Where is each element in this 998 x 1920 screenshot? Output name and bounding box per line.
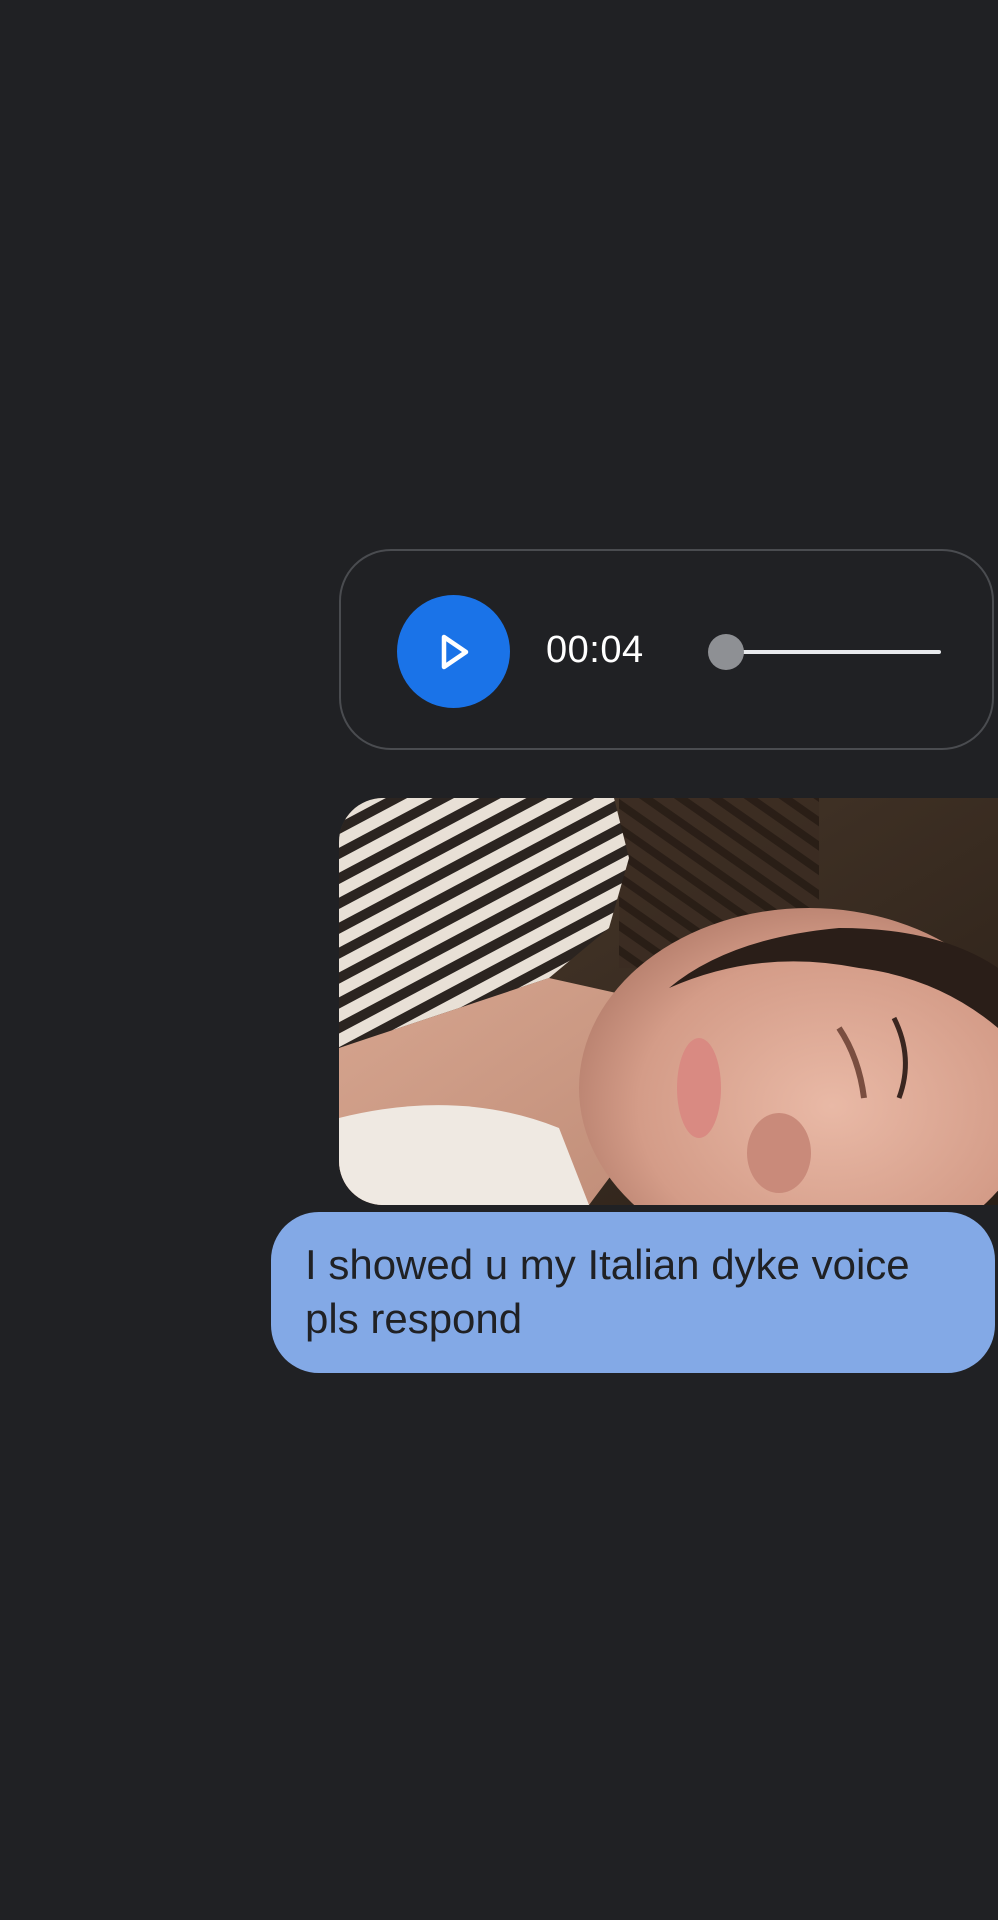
photo-image xyxy=(339,798,998,1205)
play-icon xyxy=(441,634,468,669)
audio-duration: 00:04 xyxy=(546,629,644,671)
photo-attachment[interactable] xyxy=(339,798,998,1205)
audio-seek-track[interactable] xyxy=(726,650,941,654)
message-bubble[interactable]: I showed u my Italian dyke voice pls res… xyxy=(271,1212,995,1373)
conversation-screen: 00:04 I showed u my Italian dyke voice p… xyxy=(0,0,998,1920)
audio-seek-thumb[interactable] xyxy=(708,634,744,670)
play-button[interactable] xyxy=(397,595,510,708)
voice-message-bubble: 00:04 xyxy=(339,549,994,750)
